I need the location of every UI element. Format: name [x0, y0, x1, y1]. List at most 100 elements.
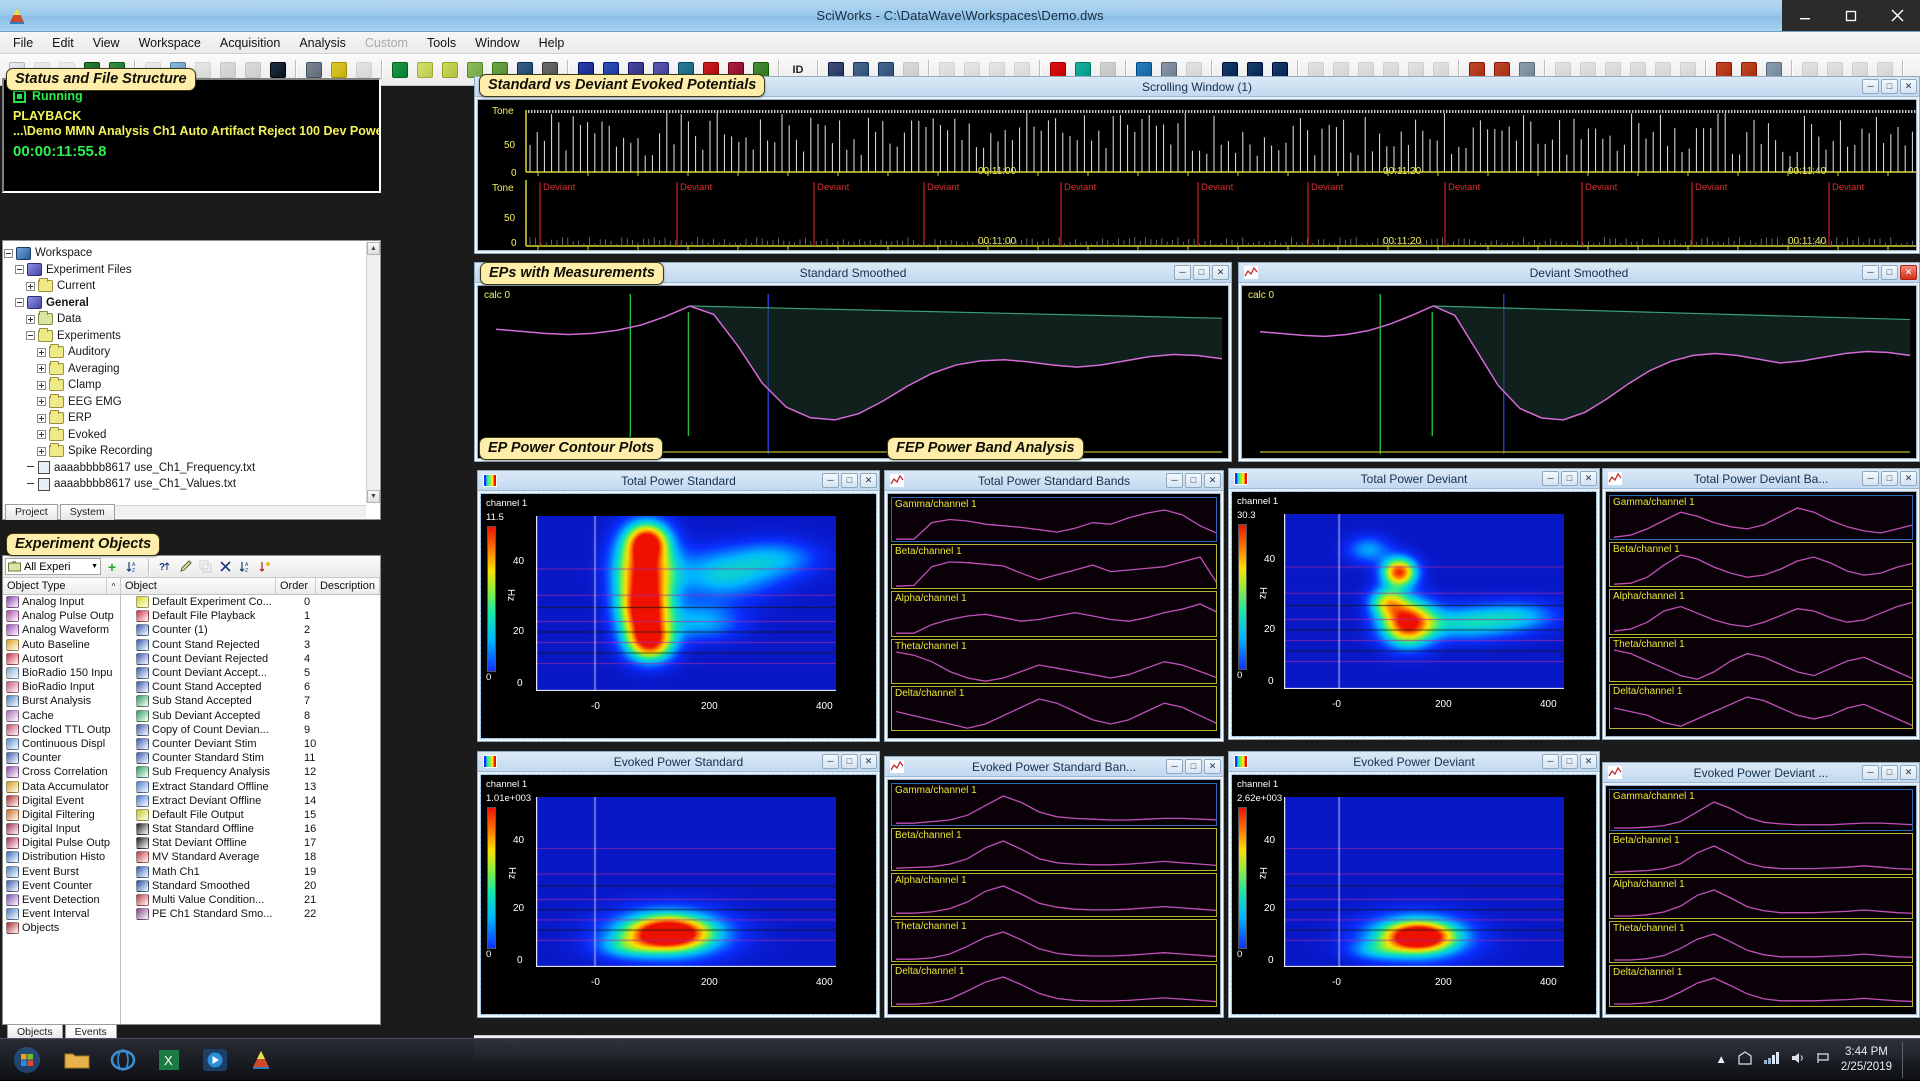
tpdb-minimize[interactable]: ─ [1862, 471, 1879, 486]
band-trace-row[interactable]: Delta/channel 1 [1609, 965, 1913, 1007]
expand-icon[interactable] [37, 430, 46, 440]
object-type-row[interactable]: Data Accumulator [3, 779, 120, 793]
tree-node[interactable]: Clamp [4, 377, 366, 394]
band-trace-row[interactable]: Delta/channel 1 [1609, 683, 1913, 729]
tpdb-plot[interactable]: Gamma/channel 1 Beta/channel 1 Alpha/chann… [1605, 491, 1917, 737]
object-type-row[interactable]: Cross Correlation [3, 765, 120, 779]
window-evoked-power-deviant-bands[interactable]: Evoked Power Deviant ... ─ □ ✕ Gamma/cha… [1602, 762, 1920, 1018]
menu-window[interactable]: Window [466, 34, 528, 52]
band-trace-row[interactable]: Beta/channel 1 [891, 544, 1217, 590]
table-row[interactable]: Extract Deviant Offline 14 [121, 794, 380, 808]
tray-volume-icon[interactable] [1790, 1051, 1806, 1068]
band-trace-row[interactable]: Delta/channel 1 [891, 963, 1217, 1007]
object-type-row[interactable]: Cache [3, 709, 120, 723]
tree-scroll-down-icon[interactable]: ▼ [367, 490, 380, 503]
object-list[interactable]: Default Experiment Co... 0 Default File Pl… [121, 595, 380, 1024]
tpsb-plot[interactable]: Gamma/channel 1 Beta/channel 1 Alpha/chann… [887, 493, 1221, 739]
menu-acquisition[interactable]: Acquisition [211, 34, 289, 52]
band-trace-row[interactable]: Theta/channel 1 [1609, 921, 1913, 963]
band-trace-row[interactable]: Gamma/channel 1 [891, 497, 1217, 543]
expand-icon[interactable] [37, 413, 46, 423]
tpsb-close[interactable]: ✕ [1204, 473, 1221, 488]
epd-plot[interactable]: channel 1 2.62e+003 0 40 Hz 20 0 -0 200 … [1231, 774, 1597, 1015]
tree-node[interactable]: EEG EMG [4, 393, 366, 411]
deviant-smoothed-minimize[interactable]: ─ [1862, 265, 1879, 280]
band-trace-row[interactable]: Beta/channel 1 [891, 828, 1217, 872]
scrolling-window-plot[interactable]: Tone 50 0 00:11:00 00:11:20 00:11:40 Ton… [477, 99, 1917, 251]
object-type-row[interactable]: Digital Pulse Outp [3, 836, 120, 850]
header-object[interactable]: Object [121, 578, 276, 594]
scrolling-window-close[interactable]: ✕ [1900, 79, 1917, 94]
edit-object-icon[interactable] [413, 58, 436, 81]
window-standard-smoothed[interactable]: Standard Smoothed ─ □ ✕ calc 0 [474, 262, 1232, 462]
menu-edit[interactable]: Edit [43, 34, 83, 52]
table-row[interactable]: Counter Deviant Stim 10 [121, 737, 380, 751]
header-order[interactable]: Order [276, 578, 316, 594]
start-button[interactable] [0, 1039, 54, 1081]
tree-node[interactable]: ERP [4, 410, 366, 427]
taskbar-windows-explorer[interactable] [54, 1041, 100, 1079]
deviant-smoothed-titlebar[interactable]: Deviant Smoothed ─ □ ✕ [1239, 263, 1919, 283]
tree-tab-project[interactable]: Project [5, 504, 58, 520]
object-type-row[interactable]: Clocked TTL Outp [3, 723, 120, 737]
window-total-power-standard[interactable]: Total Power Standard ─ □ ✕ channel 1 11.… [477, 470, 880, 742]
tray-action-center-icon[interactable] [1737, 1051, 1753, 1068]
tree-tab-system[interactable]: System [59, 504, 115, 520]
table-row[interactable]: Default File Playback 1 [121, 609, 380, 623]
object-type-row[interactable]: Event Interval [3, 907, 120, 921]
tpdb-titlebar[interactable]: Total Power Deviant Ba... ─ □ ✕ [1603, 469, 1919, 489]
object-type-row[interactable]: BioRadio 150 Inpu [3, 666, 120, 680]
tps-titlebar[interactable]: Total Power Standard ─ □ ✕ [478, 471, 879, 491]
epsb-plot[interactable]: Gamma/channel 1 Beta/channel 1 Alpha/chann… [887, 779, 1221, 1015]
table-row[interactable]: PE Ch1 Standard Smo... 22 [121, 907, 380, 921]
edit-object-button[interactable] [176, 558, 194, 576]
show-desktop-button[interactable] [1902, 1041, 1910, 1078]
epdb-maximize[interactable]: □ [1881, 765, 1898, 780]
table-row[interactable]: Math Ch1 19 [121, 865, 380, 879]
band-trace-row[interactable]: Alpha/channel 1 [1609, 589, 1913, 635]
minimize-button[interactable] [1782, 0, 1828, 31]
taskbar-internet-explorer[interactable] [100, 1041, 146, 1079]
deviant-smoothed-close[interactable]: ✕ [1900, 265, 1917, 280]
collapse-icon[interactable] [4, 248, 13, 258]
epdb-close[interactable]: ✕ [1900, 765, 1917, 780]
eps-titlebar[interactable]: Evoked Power Standard ─ □ ✕ [478, 752, 879, 772]
table-row[interactable]: Count Deviant Rejected 4 [121, 652, 380, 666]
table-row[interactable]: Stat Standard Offline 16 [121, 822, 380, 836]
edit-object-2-icon[interactable] [438, 58, 461, 81]
epdb-plot[interactable]: Gamma/channel 1 Beta/channel 1 Alpha/chann… [1605, 785, 1917, 1015]
window-evoked-power-standard[interactable]: Evoked Power Standard ─ □ ✕ channel 1 1.… [477, 751, 880, 1018]
table-row[interactable]: Sub Frequency Analysis 12 [121, 765, 380, 779]
sort-order-alt-button[interactable] [256, 558, 274, 576]
table-row[interactable]: MV Standard Average 18 [121, 850, 380, 864]
eps-maximize[interactable]: □ [841, 754, 858, 769]
window-deviant-smoothed[interactable]: Deviant Smoothed ─ □ ✕ calc 0 [1238, 262, 1920, 462]
expand-icon[interactable] [26, 314, 35, 324]
menu-file[interactable]: File [4, 34, 42, 52]
tree-node[interactable]: Experiment Files [4, 262, 366, 279]
table-row[interactable]: Default Experiment Co... 0 [121, 595, 380, 609]
taskbar-clock[interactable]: 3:44 PM 2/25/2019 [1841, 1045, 1892, 1074]
table-row[interactable]: Copy of Count Devian... 9 [121, 723, 380, 737]
table-row[interactable]: Standard Smoothed 20 [121, 879, 380, 893]
epdb-titlebar[interactable]: Evoked Power Deviant ... ─ □ ✕ [1603, 763, 1919, 783]
tree-node[interactable]: Data [4, 311, 366, 328]
tree-node[interactable]: aaaabbbb8617 use_Ch1_Frequency.txt [4, 460, 366, 477]
table-row[interactable]: Count Stand Rejected 3 [121, 638, 380, 652]
eps-minimize[interactable]: ─ [822, 754, 839, 769]
tray-expand-icon[interactable]: ▲ [1715, 1054, 1726, 1066]
band-trace-row[interactable]: Theta/channel 1 [891, 638, 1217, 684]
header-sort-indicator[interactable]: ^ [107, 578, 121, 594]
band-trace-row[interactable]: Alpha/channel 1 [891, 591, 1217, 637]
tps-maximize[interactable]: □ [841, 473, 858, 488]
tpd-plot[interactable]: channel 1 30.3 0 40 Hz 20 0 -0 200 400 [1231, 491, 1597, 737]
tpd-close[interactable]: ✕ [1580, 471, 1597, 486]
band-trace-row[interactable]: Alpha/channel 1 [891, 873, 1217, 917]
menu-view[interactable]: View [84, 34, 129, 52]
tree-node[interactable]: Workspace [4, 245, 366, 262]
band-trace-row[interactable]: Alpha/channel 1 [1609, 877, 1913, 919]
object-type-row[interactable]: Autosort [3, 652, 120, 666]
tray-flag-icon[interactable] [1816, 1051, 1831, 1068]
band-trace-row[interactable]: Gamma/channel 1 [1609, 495, 1913, 541]
experiment-control-icon[interactable] [388, 58, 411, 81]
